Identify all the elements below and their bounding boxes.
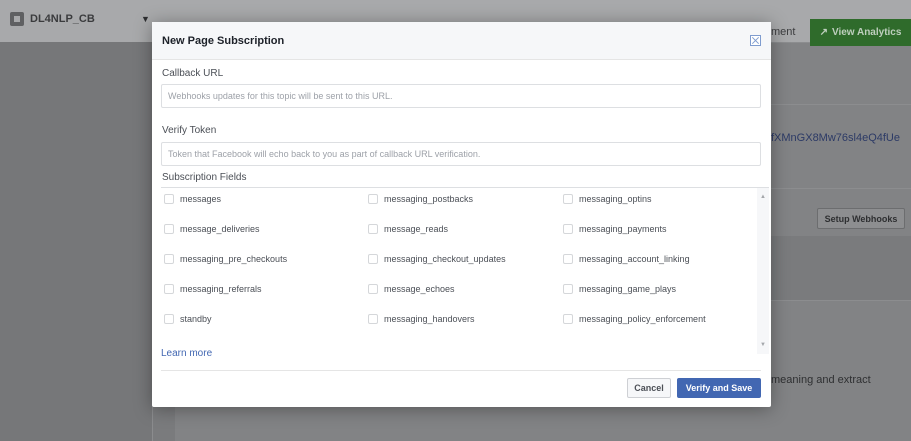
background-description: meaning and extract: [771, 374, 871, 386]
field-message-reads[interactable]: message_reads: [368, 224, 448, 234]
checkbox-icon[interactable]: [563, 254, 573, 264]
checkbox-icon[interactable]: [164, 314, 174, 324]
app-name: DL4NLP_CB: [30, 13, 95, 25]
field-label: messaging_pre_checkouts: [180, 254, 288, 264]
checkbox-icon[interactable]: [563, 314, 573, 324]
background-nav-text[interactable]: ment: [771, 26, 795, 38]
scroll-down-icon[interactable]: ▼: [760, 342, 766, 348]
app-icon: [10, 12, 24, 26]
field-messaging-account-linking[interactable]: messaging_account_linking: [563, 254, 690, 264]
field-messaging-optins[interactable]: messaging_optins: [563, 194, 652, 204]
field-label: messaging_policy_enforcement: [579, 314, 706, 324]
field-messaging-postbacks[interactable]: messaging_postbacks: [368, 194, 473, 204]
field-messaging-handovers[interactable]: messaging_handovers: [368, 314, 475, 324]
chevron-down-icon[interactable]: ▼: [141, 14, 150, 24]
field-label: messaging_game_plays: [579, 284, 677, 294]
setup-webhooks-button[interactable]: Setup Webhooks: [817, 208, 905, 229]
checkbox-icon[interactable]: [563, 194, 573, 204]
fields-scrollbar[interactable]: ▲ ▼: [757, 188, 769, 354]
checkbox-icon[interactable]: [164, 254, 174, 264]
scroll-up-icon[interactable]: ▲: [760, 194, 766, 200]
field-label: messaging_account_linking: [579, 254, 690, 264]
verify-token-label: Verify Token: [162, 125, 217, 136]
field-label: messaging_postbacks: [384, 194, 474, 204]
checkbox-icon[interactable]: [368, 194, 378, 204]
cancel-button[interactable]: Cancel: [627, 378, 671, 398]
field-messaging-pre-checkouts[interactable]: messaging_pre_checkouts: [164, 254, 287, 264]
field-label: message_echoes: [384, 284, 455, 294]
field-label: messaging_payments: [579, 224, 667, 234]
subscription-fields-list: messages messaging_postbacks messaging_o…: [161, 187, 769, 359]
view-analytics-label: View Analytics: [831, 27, 902, 38]
field-label: message_reads: [384, 224, 449, 234]
callback-url-input[interactable]: [161, 84, 761, 108]
checkbox-icon[interactable]: [368, 314, 378, 324]
field-messaging-payments[interactable]: messaging_payments: [563, 224, 667, 234]
field-messaging-referrals[interactable]: messaging_referrals: [164, 284, 262, 294]
field-messaging-checkout-updates[interactable]: messaging_checkout_updates: [368, 254, 506, 264]
checkbox-icon[interactable]: [563, 224, 573, 234]
field-messaging-policy-enforcement[interactable]: messaging_policy_enforcement: [563, 314, 706, 324]
field-label: message_deliveries: [180, 224, 260, 234]
new-page-subscription-dialog: New Page Subscription Callback URL Verif…: [152, 22, 771, 407]
learn-more-link[interactable]: Learn more: [161, 348, 212, 359]
page-token-text: fXMnGX8Mw76sl4eQ4fUe: [771, 132, 900, 144]
checkbox-icon[interactable]: [164, 224, 174, 234]
field-label: messaging_checkout_updates: [384, 254, 506, 264]
field-label: messaging_referrals: [180, 284, 262, 294]
checkbox-icon[interactable]: [164, 194, 174, 204]
checkbox-icon[interactable]: [368, 284, 378, 294]
app-selector[interactable]: DL4NLP_CB: [10, 12, 95, 26]
checkbox-icon[interactable]: [368, 254, 378, 264]
checkbox-icon[interactable]: [164, 284, 174, 294]
view-analytics-button[interactable]: ↗ View Analytics: [810, 19, 911, 46]
verify-token-input[interactable]: [161, 142, 761, 166]
dialog-header: New Page Subscription: [152, 22, 771, 60]
verify-and-save-button[interactable]: Verify and Save: [677, 378, 761, 398]
field-messaging-game-plays[interactable]: messaging_game_plays: [563, 284, 676, 294]
trend-up-icon: ↗: [819, 27, 828, 38]
field-label: standby: [180, 314, 212, 324]
dialog-footer-divider: [161, 370, 761, 371]
subscription-fields-label: Subscription Fields: [162, 172, 247, 183]
background-sidebar: [0, 42, 152, 441]
close-icon[interactable]: [750, 35, 761, 46]
checkbox-icon[interactable]: [368, 224, 378, 234]
field-standby[interactable]: standby: [164, 314, 212, 324]
field-label: messaging_handovers: [384, 314, 475, 324]
dialog-title: New Page Subscription: [162, 35, 285, 47]
field-messages[interactable]: messages: [164, 194, 221, 204]
field-label: messages: [180, 194, 222, 204]
callback-url-label: Callback URL: [162, 68, 224, 79]
field-message-echoes[interactable]: message_echoes: [368, 284, 455, 294]
checkbox-icon[interactable]: [563, 284, 573, 294]
field-label: messaging_optins: [579, 194, 652, 204]
field-message-deliveries[interactable]: message_deliveries: [164, 224, 260, 234]
